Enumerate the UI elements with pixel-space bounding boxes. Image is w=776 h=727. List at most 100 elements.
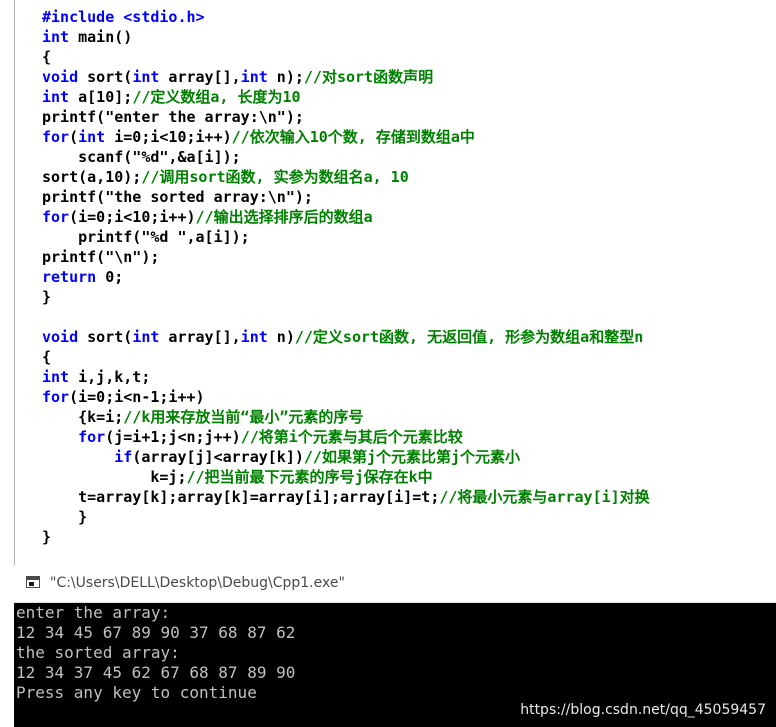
code-text: sort(a,10); — [42, 168, 142, 186]
code-text: (j=i+1;j<n;j++) — [105, 428, 241, 446]
code-line: void sort(int array[],int n);//对sort函数声明 — [42, 67, 650, 87]
code-comment: //k用来存放当前“最小”元素的序号 — [123, 408, 364, 426]
code-text: (i=0;i<n-1;i++) — [69, 388, 205, 406]
code-line: printf("enter the array:\n"); — [42, 107, 650, 127]
code-line: for(j=i+1;j<n;j++)//将第i个元素与其后个元素比较 — [42, 427, 650, 447]
code-text: {k=i; — [42, 408, 124, 426]
code-text: } — [42, 508, 88, 526]
code-line: k=j;//把当前最下元素的序号j保存在k中 — [42, 467, 650, 487]
code-comment: //如果第j个元素比第j个元素小 — [303, 448, 521, 466]
code-text: sort( — [78, 328, 133, 346]
code-text: } — [42, 528, 52, 546]
console-output-line: Press any key to continue — [16, 683, 257, 702]
code-comment: //对sort函数声明 — [303, 68, 434, 86]
code-line: if(array[j]<array[k])//如果第j个元素比第j个元素小 — [42, 447, 650, 467]
code-keyword: for — [42, 208, 70, 226]
code-text: array[], — [159, 68, 241, 86]
code-text: printf("enter the array:\n"); — [42, 108, 304, 126]
code-text: { — [42, 48, 52, 66]
code-keyword: int — [132, 68, 160, 86]
console-output: enter the array: 12 34 45 67 89 90 37 68… — [16, 603, 295, 703]
code-text: n) — [267, 328, 295, 346]
code-text: ( — [69, 128, 79, 146]
code-keyword: if — [114, 448, 133, 466]
code-keyword: int — [240, 68, 268, 86]
console-title: "C:\Users\DELL\Desktop\Debug\Cpp1.exe" — [50, 575, 345, 591]
code-comment: //依次输入10个数, 存储到数组a中 — [231, 128, 475, 146]
code-line: sort(a,10);//调用sort函数, 实参为数组名a, 10 — [42, 167, 650, 187]
code-line: int main() — [42, 27, 650, 47]
code-line: t=array[k];array[k]=array[i];array[i]=t;… — [42, 487, 650, 507]
code-keyword: void — [42, 328, 79, 346]
code-line: scanf("%d",&a[i]); — [42, 147, 650, 167]
code-text: scanf("%d",&a[i]); — [42, 148, 241, 166]
code-line: printf("\n"); — [42, 247, 650, 267]
code-comment: //定义数组a, 长度为10 — [132, 88, 301, 106]
code-keyword: int — [78, 128, 106, 146]
code-line: } — [42, 287, 650, 307]
code-text: (array[j]<array[k]) — [132, 448, 304, 466]
code-line: printf("%d ",a[i]); — [42, 227, 650, 247]
code-text: } — [42, 288, 52, 306]
code-text: t=array[k];array[k]=array[i];array[i]=t; — [42, 488, 440, 506]
code-line: for(int i=0;i<10;i++)//依次输入10个数, 存储到数组a中 — [42, 127, 650, 147]
code-text: { — [42, 348, 52, 366]
code-comment: //调用sort函数, 实参为数组名a, 10 — [141, 168, 409, 186]
code-keyword: for — [42, 388, 70, 406]
code-keyword: void — [42, 68, 79, 86]
code-text: printf("\n"); — [42, 248, 160, 266]
code-text: n); — [267, 68, 304, 86]
code-text: 0; — [96, 268, 124, 286]
code-text: array[], — [159, 328, 241, 346]
code-keyword: #include <stdio.h> — [42, 8, 205, 26]
console-window[interactable]: "C:\Users\DELL\Desktop\Debug\Cpp1.exe" e… — [14, 565, 776, 727]
code-text: k=j; — [42, 468, 187, 486]
code-comment: //将最小元素与array[i]对换 — [439, 488, 650, 506]
code-editor[interactable]: #include <stdio.h> int main(){void sort(i… — [0, 0, 776, 565]
code-line: int a[10];//定义数组a, 长度为10 — [42, 87, 650, 107]
code-keyword: int — [132, 328, 160, 346]
code-line: void sort(int array[],int n)//定义sort函数, … — [42, 327, 650, 347]
code-text: (i=0;i<10;i++) — [69, 208, 196, 226]
code-line: } — [42, 527, 650, 547]
code-line: { — [42, 47, 650, 67]
editor-gutter — [0, 0, 15, 565]
code-keyword: int — [42, 28, 70, 46]
code-comment: //输出选择排序后的数组a — [195, 208, 373, 226]
code-text: printf("%d ",a[i]); — [42, 228, 250, 246]
code-text: sort( — [78, 68, 133, 86]
console-output-line: 12 34 45 67 89 90 37 68 87 62 — [16, 623, 296, 642]
code-keyword: int — [42, 368, 70, 386]
code-keyword: int — [240, 328, 268, 346]
code-text: i=0;i<10;i++) — [105, 128, 232, 146]
code-line: { — [42, 347, 650, 367]
code-line: } — [42, 507, 650, 527]
code-line: return 0; — [42, 267, 650, 287]
code-line: #include <stdio.h> — [42, 7, 650, 27]
console-output-line: the sorted array: — [16, 643, 180, 662]
code-text: printf("the sorted array:\n"); — [42, 188, 313, 206]
code-comment: //把当前最下元素的序号j保存在k中 — [186, 468, 433, 486]
code-keyword: return — [42, 268, 97, 286]
code-keyword: int — [42, 88, 70, 106]
code-line: {k=i;//k用来存放当前“最小”元素的序号 — [42, 407, 650, 427]
code-comment: //定义sort函数, 无返回值, 形参为数组a和整型n — [294, 328, 644, 346]
code-keyword: for — [78, 428, 106, 446]
console-window-icon[interactable] — [26, 576, 40, 588]
code-line: int i,j,k,t; — [42, 367, 650, 387]
code-text: a[10]; — [69, 88, 133, 106]
code-area[interactable]: #include <stdio.h> int main(){void sort(i… — [42, 7, 650, 547]
console-output-line: 12 34 37 45 62 67 68 87 89 90 — [16, 663, 296, 682]
code-line: for(i=0;i<n-1;i++) — [42, 387, 650, 407]
console-title-bar[interactable]: "C:\Users\DELL\Desktop\Debug\Cpp1.exe" — [14, 565, 776, 603]
code-line: printf("the sorted array:\n"); — [42, 187, 650, 207]
console-output-line: enter the array: — [16, 603, 171, 622]
code-keyword: for — [42, 128, 70, 146]
watermark-url: https://blog.csdn.net/qq_45059457 — [520, 702, 766, 718]
code-line: for(i=0;i<10;i++)//输出选择排序后的数组a — [42, 207, 650, 227]
code-comment: //将第i个元素与其后个元素比较 — [240, 428, 463, 446]
code-text: main() — [69, 28, 133, 46]
